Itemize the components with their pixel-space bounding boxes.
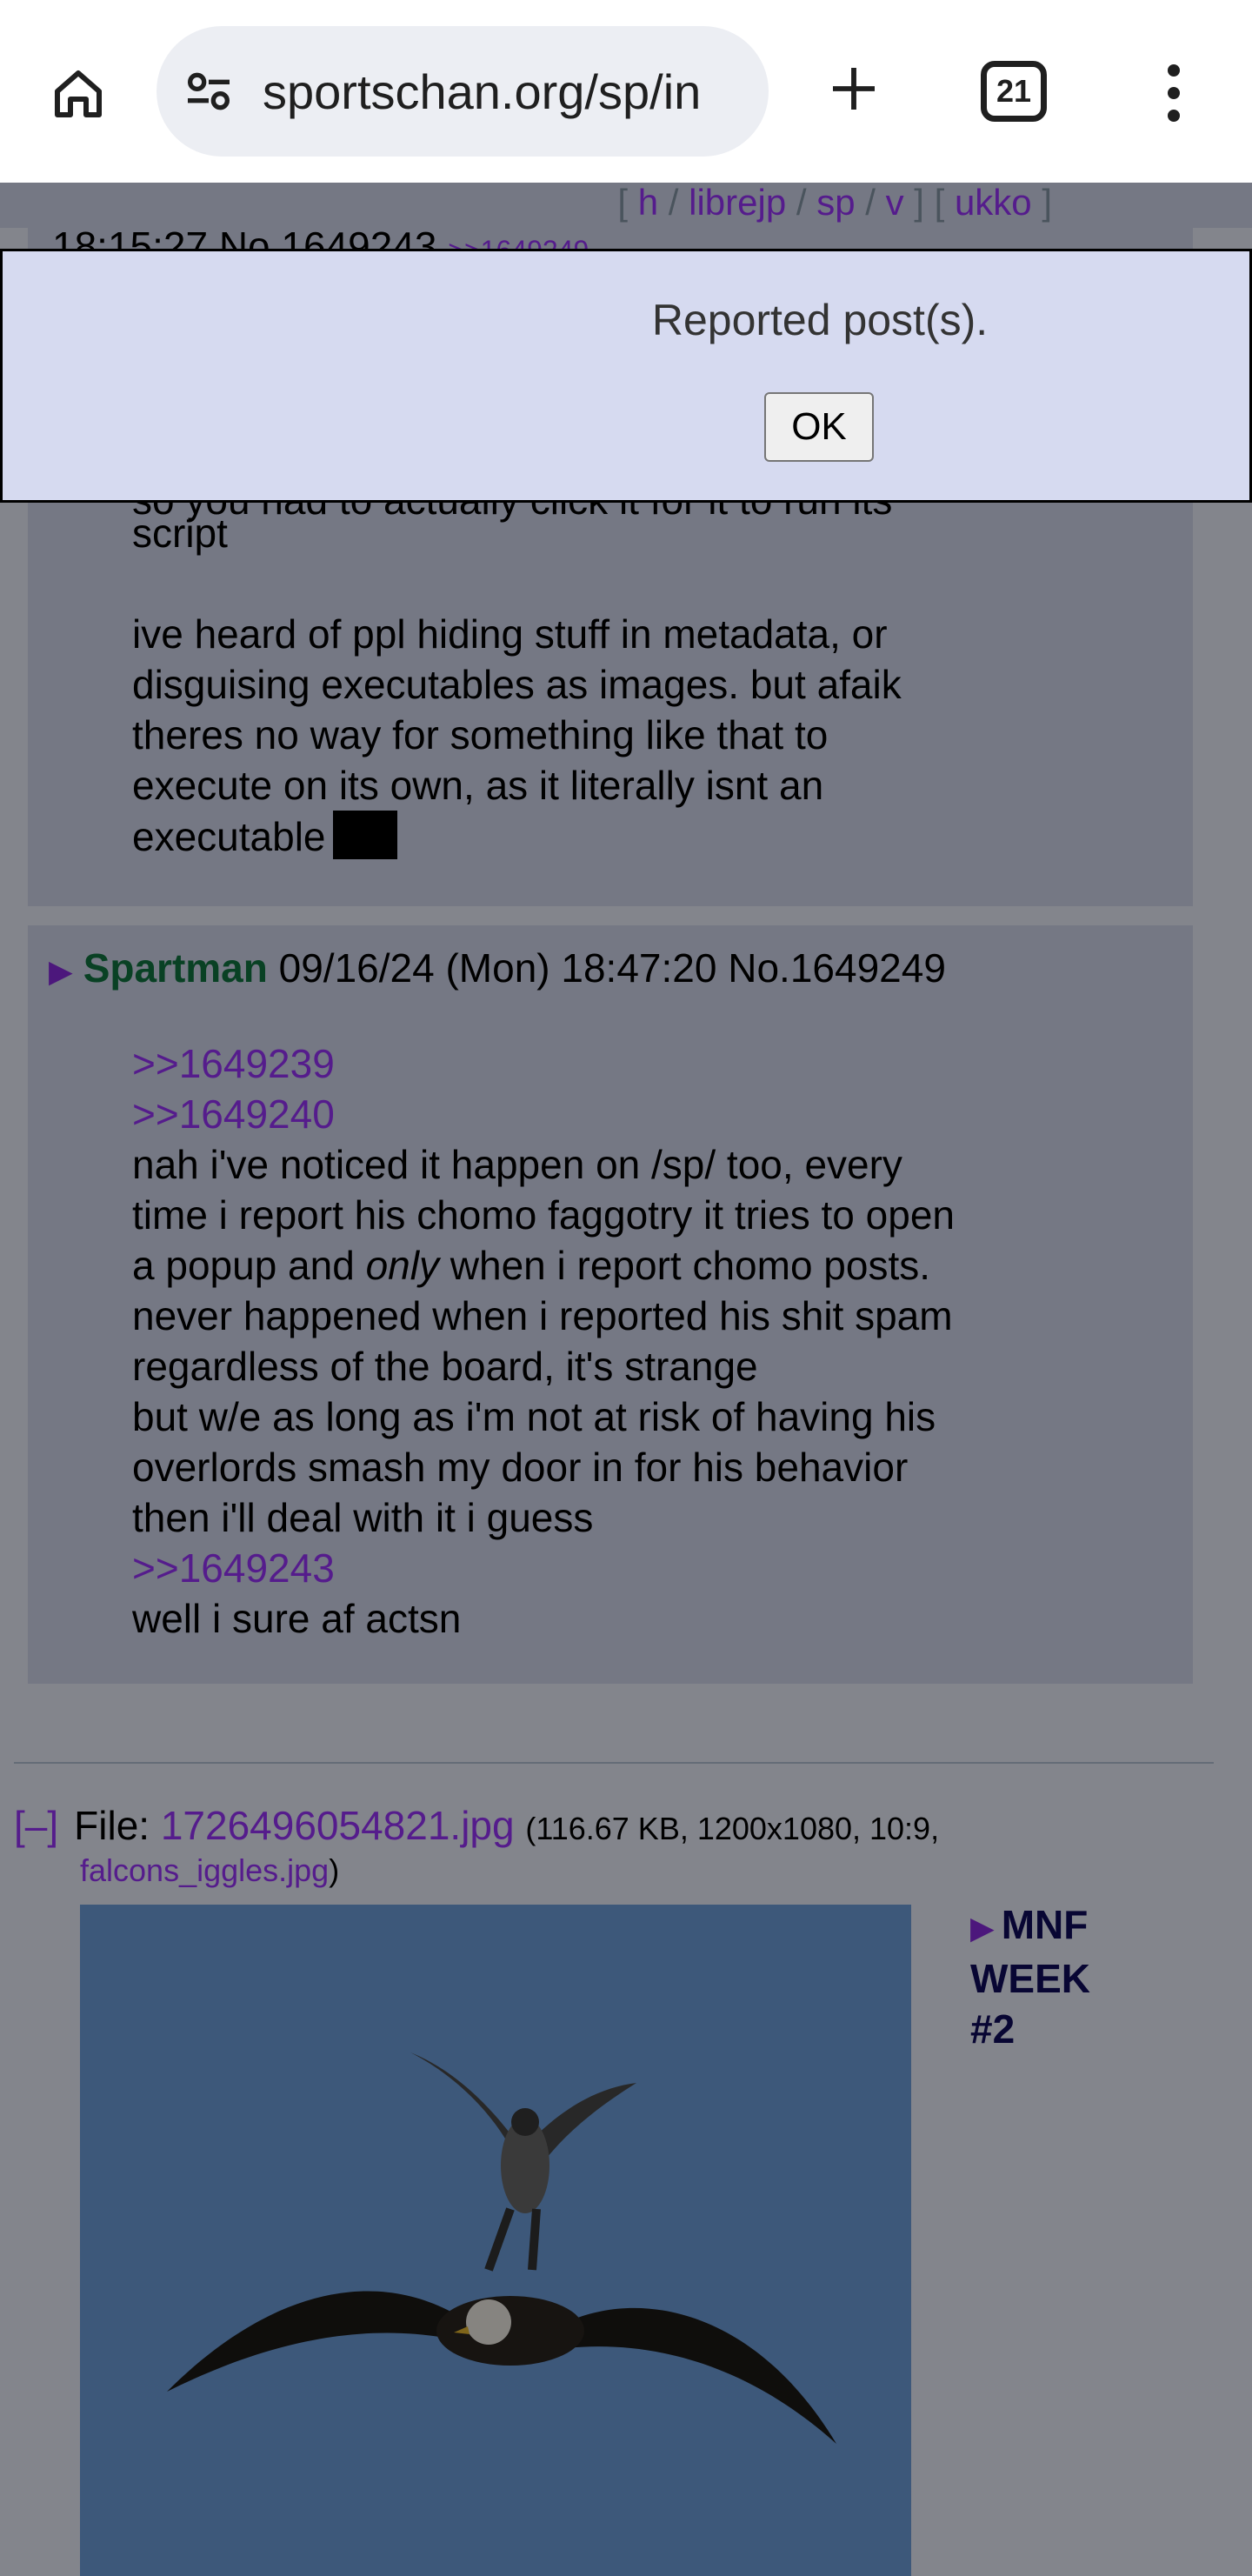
alert-dialog: Reported post(s). OK	[0, 249, 1252, 503]
more-menu-icon[interactable]	[1148, 54, 1200, 132]
alert-message: Reported post(s).	[651, 296, 989, 344]
site-info-icon[interactable]	[181, 63, 236, 119]
browser-toolbar: sportschan.org/sp/in 21	[0, 0, 1252, 183]
home-icon[interactable]	[43, 59, 113, 129]
ok-button[interactable]: OK	[764, 392, 874, 462]
tab-switcher-button[interactable]: 21	[981, 61, 1047, 122]
new-tab-icon[interactable]	[819, 54, 889, 123]
address-bar[interactable]: sportschan.org/sp/in	[156, 26, 769, 157]
modal-backdrop	[0, 183, 1252, 2576]
url-text: sportschan.org/sp/in	[263, 63, 702, 119]
